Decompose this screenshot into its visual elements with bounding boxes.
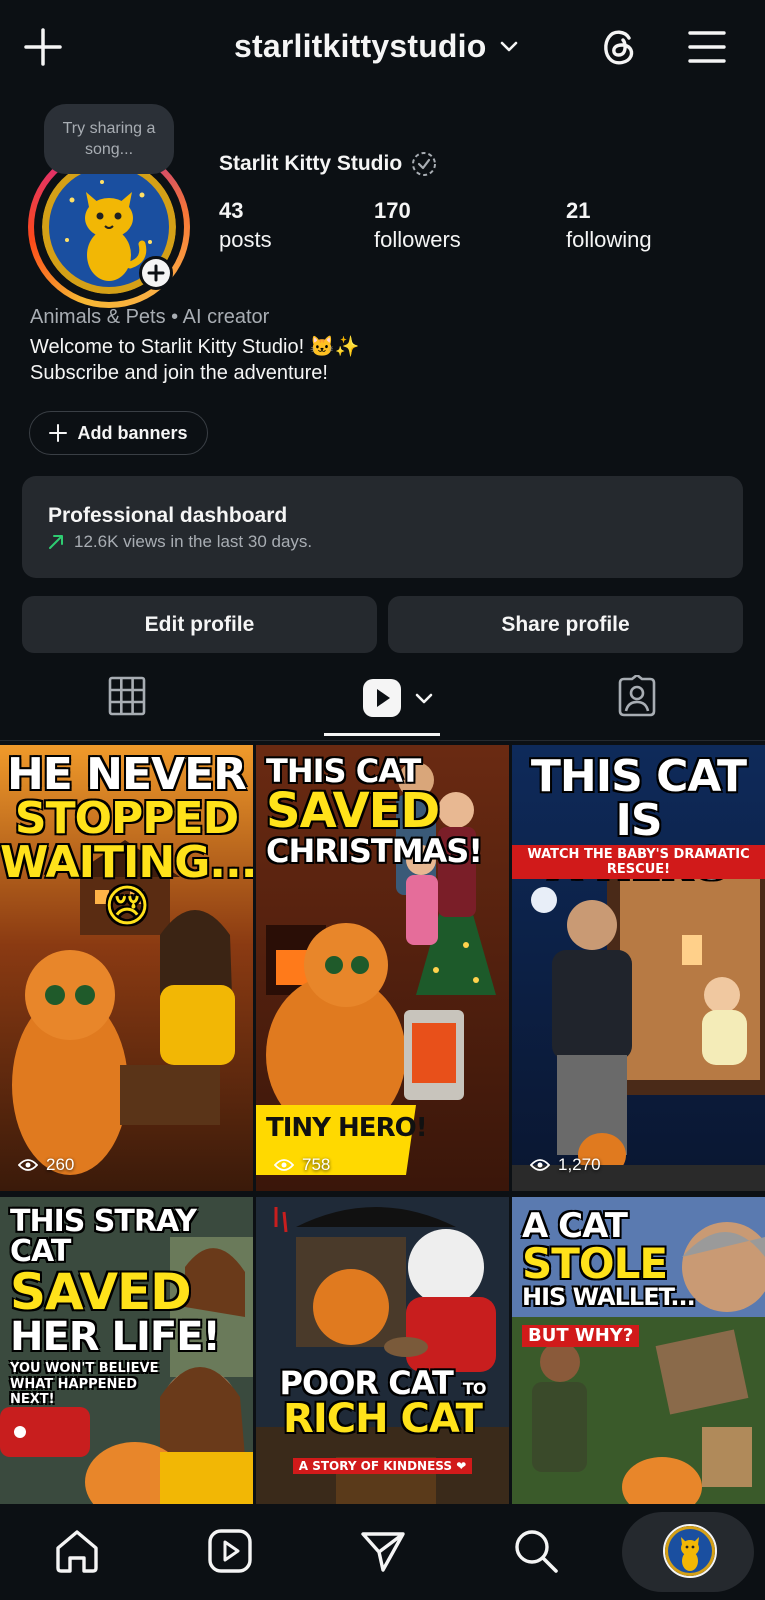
tabs-divider — [0, 740, 765, 741]
post-title-line-1: A CAT — [522, 1206, 628, 1246]
hamburger-menu-icon — [688, 31, 726, 63]
post-tile[interactable]: A CAT STOLE HIS WALLET... BUT WHY? — [512, 1197, 765, 1504]
tagged-icon — [618, 673, 656, 717]
reels-icon — [363, 679, 401, 717]
account-switcher[interactable]: starlitkittystudio — [234, 28, 521, 65]
share-profile-button[interactable]: Share profile — [388, 596, 743, 653]
bio-line-2: Subscribe and join the adventure! — [30, 362, 328, 384]
profile-avatar — [665, 1526, 715, 1576]
threads-button[interactable] — [596, 24, 642, 70]
view-count: 758 — [274, 1155, 330, 1175]
followers-stat[interactable]: 170 followers — [374, 196, 461, 254]
grid-icon — [108, 676, 146, 716]
nav-messages[interactable] — [358, 1526, 408, 1576]
paper-plane-icon — [361, 1532, 405, 1572]
post-tile[interactable]: POOR CAT TO RICH CAT A STORY OF KINDNESS… — [256, 1197, 509, 1504]
display-name: Starlit Kitty Studio — [219, 152, 403, 175]
post-title-line-1: THIS CAT IS — [530, 751, 747, 846]
post-subtitle: A STORY OF KINDNESS ❤ — [292, 1458, 473, 1474]
trend-up-arrow-icon — [49, 535, 63, 549]
posts-stat[interactable]: 43 posts — [219, 196, 272, 254]
create-button[interactable] — [22, 26, 64, 68]
post-title-line-3: WAITING...😢 — [0, 837, 253, 932]
post-title-line-3: HIS WALLET... — [522, 1283, 696, 1311]
post-title-line-1: HE NEVER — [6, 749, 247, 800]
search-icon — [515, 1530, 558, 1573]
chevron-down-icon — [500, 41, 517, 51]
posts-label: posts — [219, 227, 272, 252]
following-label: following — [566, 227, 652, 252]
followers-label: followers — [374, 227, 461, 252]
nav-profile[interactable] — [663, 1524, 717, 1578]
post-tile[interactable]: THIS CAT SAVED CHRISTMAS! TINY HERO! 758 — [256, 745, 509, 1191]
followers-count: 170 — [374, 198, 411, 223]
add-banners-button[interactable]: Add banners — [29, 411, 208, 455]
post-badge: TINY HERO! — [266, 1113, 428, 1143]
view-count: 260 — [18, 1155, 74, 1175]
post-tile[interactable]: THIS STRAY CAT SAVED HER LIFE! YOU WON'T… — [0, 1197, 253, 1504]
post-title-line-1: POOR CAT TO — [256, 1367, 509, 1399]
note-bubble[interactable]: Try sharing a song... — [44, 104, 174, 174]
nav-reels[interactable] — [205, 1526, 255, 1576]
post-title-line-2: SAVED — [266, 783, 440, 839]
post-title-line-2: STOLE — [522, 1239, 668, 1288]
bio-line-1: Welcome to Starlit Kitty Studio! 🐱✨ — [30, 336, 360, 358]
menu-button[interactable] — [686, 26, 728, 68]
tab-reels[interactable] — [362, 678, 436, 718]
view-count-value: 260 — [46, 1155, 75, 1174]
post-tile[interactable]: HE NEVER STOPPED WAITING...😢 260 — [0, 745, 253, 1191]
view-count: 1,270 — [530, 1155, 601, 1175]
active-tab-indicator — [324, 733, 440, 736]
posts-count: 43 — [219, 198, 244, 223]
add-banners-label: Add banners — [77, 422, 188, 443]
verified-badge-icon[interactable] — [410, 150, 438, 178]
post-subtitle: WATCH THE BABY'S DRAMATIC RESCUE! — [512, 845, 765, 879]
tab-grid[interactable] — [108, 676, 146, 716]
post-title-line-1: THIS STRAY CAT — [10, 1204, 197, 1269]
post-tile[interactable]: THIS CAT IS A HERO WATCH THE BABY'S DRAM… — [512, 745, 765, 1191]
username: starlitkittystudio — [234, 28, 487, 64]
nav-home[interactable] — [52, 1526, 102, 1576]
post-title-line-2: SAVED — [10, 1263, 192, 1321]
threads-icon — [604, 30, 634, 65]
post-subtitle: YOU WON'T BELIEVE WHAT HAPPENED NEXT! — [10, 1361, 159, 1408]
eye-icon — [18, 1159, 38, 1171]
post-title-line-3: HER LIFE! — [10, 1314, 221, 1360]
eye-icon — [274, 1159, 294, 1171]
following-count: 21 — [566, 198, 591, 223]
tab-tagged[interactable] — [616, 673, 658, 717]
chevron-down-icon — [415, 693, 433, 704]
post-title-line-2: STOPPED — [14, 793, 239, 844]
display-name-row: Starlit Kitty Studio — [219, 150, 438, 178]
post-subtitle: BUT WHY? — [522, 1325, 640, 1347]
home-icon — [56, 1530, 98, 1573]
dashboard-subtitle: 12.6K views in the last 30 days. — [74, 532, 313, 551]
plus-icon — [49, 424, 68, 442]
view-count-value: 758 — [302, 1155, 331, 1174]
following-stat[interactable]: 21 following — [566, 196, 652, 254]
eye-icon — [530, 1159, 550, 1171]
dashboard-title: Professional dashboard — [48, 504, 288, 527]
reels-icon — [208, 1529, 252, 1573]
nav-search[interactable] — [511, 1526, 561, 1576]
plus-icon — [24, 28, 62, 66]
profile-category: Animals & Pets • AI creator — [30, 306, 270, 328]
post-title-line-3: CHRISTMAS! — [266, 832, 483, 870]
view-count-value: 1,270 — [558, 1155, 601, 1174]
add-story-button[interactable] — [139, 256, 173, 290]
post-title-line-2: RICH CAT — [283, 1396, 483, 1442]
plus-icon — [147, 264, 165, 282]
dashboard-subtitle-row: 12.6K views in the last 30 days. — [48, 532, 312, 552]
edit-profile-button[interactable]: Edit profile — [22, 596, 377, 653]
